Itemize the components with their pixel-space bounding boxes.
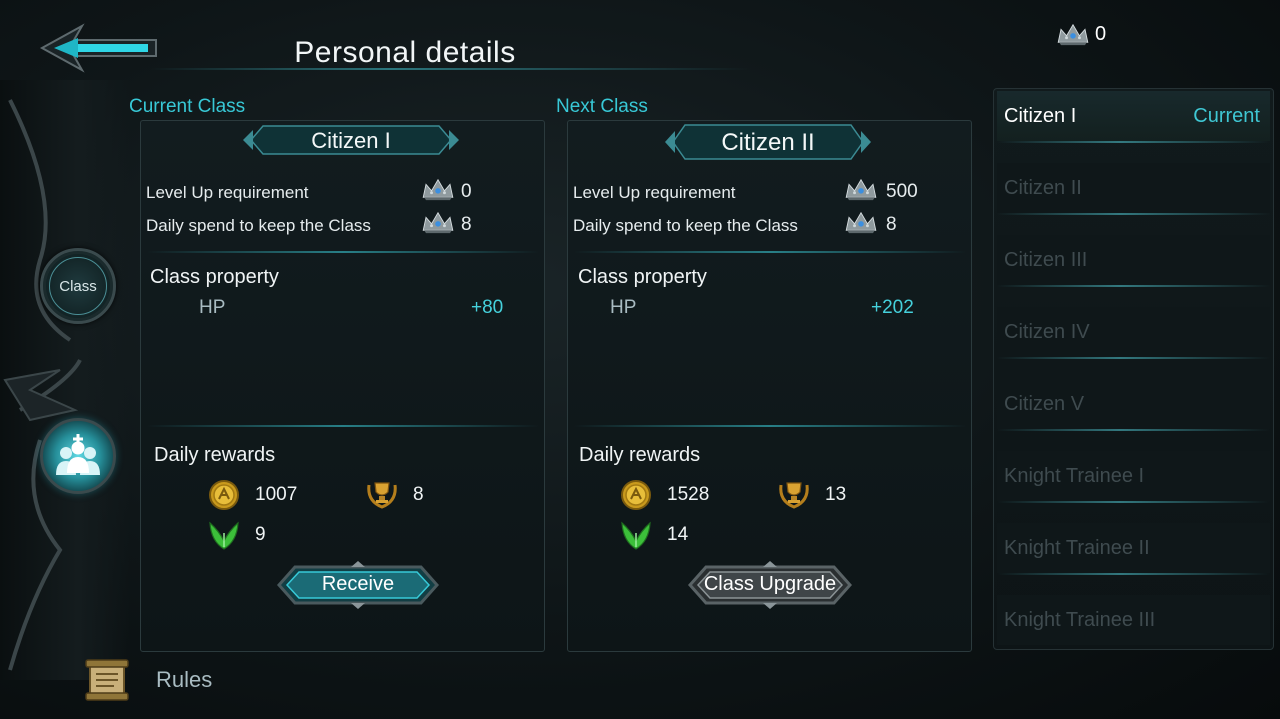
current-class-label: Current Class bbox=[129, 96, 246, 117]
left-rail bbox=[0, 80, 130, 680]
crown-icon bbox=[1055, 22, 1091, 46]
divider bbox=[574, 251, 966, 253]
class-property-title: Class property bbox=[150, 266, 279, 288]
trophy-icon bbox=[777, 479, 811, 511]
class-list-item-label: Citizen II bbox=[1004, 177, 1082, 199]
divider bbox=[997, 141, 1270, 143]
next-level-up-row: Level Up requirement 500 bbox=[573, 177, 968, 207]
class-list-item[interactable]: Citizen I Current bbox=[997, 91, 1270, 143]
level-up-label: Level Up requirement bbox=[573, 183, 736, 202]
class-list-item-label: Citizen IV bbox=[1004, 321, 1090, 343]
reward-coin-value: 1528 bbox=[667, 484, 710, 505]
reward-leaf: 14 bbox=[619, 519, 688, 551]
reward-trophy-value: 13 bbox=[825, 484, 847, 505]
reward-trophy-value: 8 bbox=[413, 484, 424, 505]
class-upgrade-button-label: Class Upgrade bbox=[703, 573, 837, 595]
page-title: Personal details bbox=[294, 36, 516, 69]
divider bbox=[997, 573, 1270, 575]
back-arrow-icon bbox=[39, 23, 157, 73]
class-list-item[interactable]: Knight Trainee III bbox=[997, 595, 1270, 645]
next-class-panel: Citizen II Level Up requirement 500 Dail… bbox=[567, 120, 972, 652]
reward-leaf-value: 9 bbox=[255, 524, 266, 545]
receive-button-label: Receive bbox=[321, 573, 395, 595]
class-list-item-label: Knight Trainee II bbox=[1004, 537, 1150, 559]
divider bbox=[997, 429, 1270, 431]
divider bbox=[997, 213, 1270, 215]
reward-leaf-value: 14 bbox=[667, 524, 689, 545]
trophy-icon bbox=[365, 479, 399, 511]
class-list-item[interactable]: Citizen III bbox=[997, 235, 1270, 287]
property-value: +80 bbox=[471, 297, 504, 318]
crown-icon bbox=[843, 177, 879, 201]
next-class-banner: Citizen II bbox=[663, 122, 873, 162]
class-list-item[interactable]: Citizen V bbox=[997, 379, 1270, 431]
class-list-item-label: Knight Trainee III bbox=[1004, 609, 1156, 631]
level-up-label: Level Up requirement bbox=[146, 183, 309, 202]
currency-value: 0 bbox=[1095, 22, 1107, 45]
class-upgrade-button[interactable]: Class Upgrade bbox=[686, 559, 854, 611]
current-tag: Current bbox=[1193, 105, 1260, 127]
crown-icon bbox=[843, 210, 879, 234]
reward-coin-value: 1007 bbox=[255, 484, 298, 505]
divider bbox=[147, 251, 539, 253]
current-daily-spend-row: Daily spend to keep the Class 8 bbox=[146, 210, 541, 240]
current-level-up-row: Level Up requirement 0 bbox=[146, 177, 541, 207]
reward-coin: 1007 bbox=[207, 479, 297, 511]
class-list-item-label: Citizen V bbox=[1004, 393, 1085, 415]
reward-coin: 1528 bbox=[619, 479, 709, 511]
leaf-icon bbox=[619, 519, 653, 551]
level-up-value: 0 bbox=[461, 181, 472, 202]
divider bbox=[997, 285, 1270, 287]
reward-leaf: 9 bbox=[207, 519, 266, 551]
class-list-item-label: Citizen I bbox=[1004, 105, 1077, 127]
property-name: HP bbox=[610, 297, 637, 318]
coin-icon bbox=[207, 479, 241, 511]
divider bbox=[997, 501, 1270, 503]
divider bbox=[997, 357, 1270, 359]
daily-spend-label: Daily spend to keep the Class bbox=[573, 216, 798, 235]
leaf-icon bbox=[207, 519, 241, 551]
social-tab-button[interactable] bbox=[40, 418, 116, 494]
scroll-icon bbox=[85, 659, 129, 701]
rules-button[interactable]: Rules bbox=[84, 656, 284, 704]
class-list-item[interactable]: Knight Trainee II bbox=[997, 523, 1270, 575]
class-list-item[interactable]: Citizen II bbox=[997, 163, 1270, 215]
class-list-item-label: Citizen III bbox=[1004, 249, 1088, 271]
daily-rewards-title: Daily rewards bbox=[154, 444, 276, 466]
property-value: +202 bbox=[871, 297, 914, 318]
next-class-label: Next Class bbox=[556, 96, 648, 117]
receive-button[interactable]: Receive bbox=[275, 559, 441, 611]
next-daily-spend-row: Daily spend to keep the Class 8 bbox=[573, 210, 968, 240]
currency-counter: 0 bbox=[1055, 20, 1175, 48]
class-list-item[interactable]: Knight Trainee I bbox=[997, 451, 1270, 503]
crown-icon bbox=[420, 177, 456, 201]
daily-spend-value: 8 bbox=[886, 214, 897, 235]
class-tab-label: Class bbox=[59, 277, 97, 295]
next-class-name: Citizen II bbox=[721, 129, 815, 156]
divider bbox=[147, 425, 539, 427]
screen: Personal details 0 Class Current Class C… bbox=[0, 0, 1280, 719]
daily-rewards-title: Daily rewards bbox=[579, 444, 701, 466]
current-class-name: Citizen I bbox=[311, 128, 391, 153]
daily-spend-value: 8 bbox=[461, 214, 472, 235]
class-list-item-label: Knight Trainee I bbox=[1004, 465, 1145, 487]
class-list: Citizen I Current Citizen II Citizen III… bbox=[993, 88, 1274, 650]
crown-icon bbox=[420, 210, 456, 234]
class-property-title: Class property bbox=[578, 266, 707, 288]
reward-trophy: 13 bbox=[777, 479, 846, 511]
property-name: HP bbox=[199, 297, 226, 318]
rules-label: Rules bbox=[156, 667, 213, 692]
back-button[interactable] bbox=[38, 18, 158, 78]
class-list-item[interactable]: Citizen IV bbox=[997, 307, 1270, 359]
daily-spend-label: Daily spend to keep the Class bbox=[146, 216, 371, 235]
level-up-value: 500 bbox=[886, 181, 918, 202]
current-class-panel: Citizen I Level Up requirement 0 Daily s… bbox=[140, 120, 545, 652]
divider bbox=[574, 425, 966, 427]
current-class-banner: Citizen I bbox=[241, 123, 461, 157]
coin-icon bbox=[619, 479, 653, 511]
reward-trophy: 8 bbox=[365, 479, 424, 511]
class-tab-button[interactable]: Class bbox=[40, 248, 116, 324]
people-add-icon bbox=[56, 434, 100, 475]
